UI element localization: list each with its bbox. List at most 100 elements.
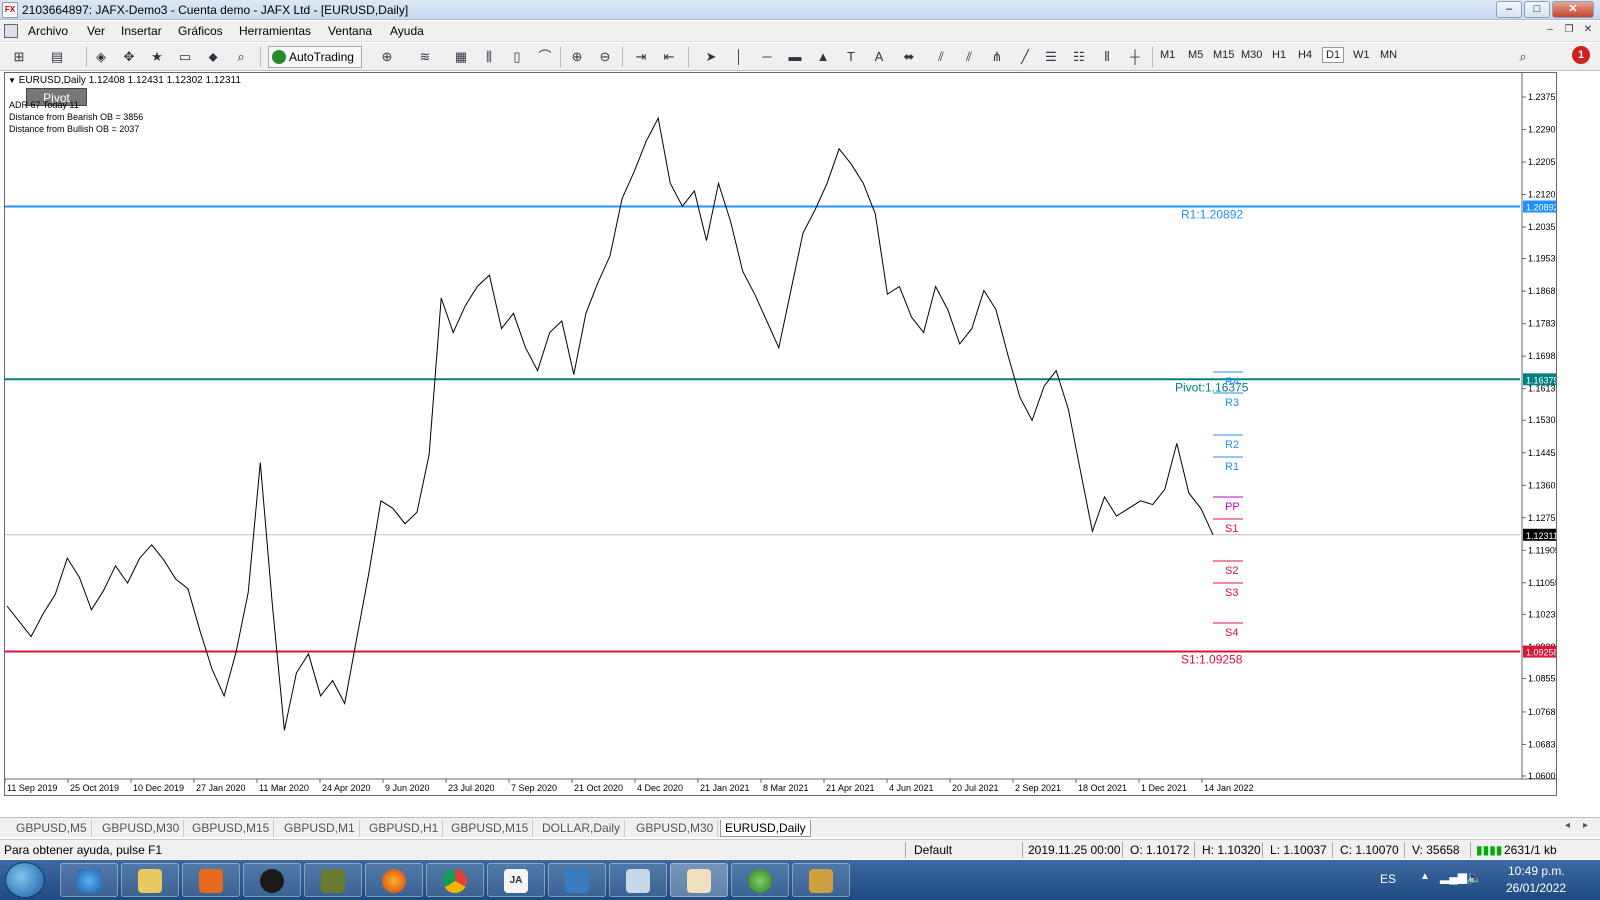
timeframe-d1[interactable]: D1 — [1322, 47, 1345, 63]
timeframe-w1[interactable]: W1 — [1353, 49, 1370, 61]
hp-icon[interactable] — [243, 863, 301, 897]
candlestick-icon[interactable]: ⫼ — [478, 47, 500, 67]
zoom-out-icon[interactable]: ⊖ — [594, 47, 616, 67]
calculator-icon[interactable] — [609, 863, 667, 897]
close-button[interactable]: ✕ — [1552, 1, 1594, 18]
show-hidden-icons-icon[interactable]: ▲ — [1420, 871, 1430, 882]
history-center-icon[interactable]: ⌕ — [230, 47, 252, 67]
pitchfork-icon[interactable]: ⋔ — [986, 47, 1008, 67]
search-icon[interactable]: ⌕ — [1512, 47, 1534, 67]
trendline-icon[interactable]: ╱ — [1014, 47, 1036, 67]
paint-icon[interactable] — [670, 863, 728, 897]
autoscroll-icon[interactable]: ⇥ — [630, 47, 652, 67]
tab-gbpusd-m1[interactable]: GBPUSD,M1 — [280, 820, 360, 837]
menu-insertar[interactable]: Insertar — [121, 24, 162, 38]
ebook-reader-icon[interactable] — [792, 863, 850, 897]
chrome-icon[interactable] — [426, 863, 484, 897]
line-chart-icon[interactable]: ⌒ — [534, 47, 556, 67]
menu-archivo[interactable]: Archivo — [28, 24, 68, 38]
language-indicator[interactable]: ES — [1380, 872, 1396, 886]
chart-shift-icon[interactable]: ⇤ — [658, 47, 680, 67]
crosshair-icon[interactable]: ┼ — [1124, 47, 1146, 67]
menu-ayuda[interactable]: Ayuda — [390, 24, 424, 38]
menu-ventana[interactable]: Ventana — [328, 24, 372, 38]
status-divider — [1262, 842, 1263, 858]
profiles-icon[interactable]: ▤ — [46, 47, 68, 67]
cursor-icon[interactable]: ➤ — [700, 47, 722, 67]
menu-ver[interactable]: Ver — [87, 24, 105, 38]
metatrader-icon[interactable] — [731, 863, 789, 897]
bar-chart-icon[interactable]: ▦ — [450, 47, 472, 67]
tab-scroll-left-icon[interactable]: ◂ — [1565, 820, 1570, 831]
clock-time[interactable]: 10:49 p.m. — [1508, 864, 1565, 878]
zoom-in-icon[interactable]: ⊕ — [566, 47, 588, 67]
app-utility-icon[interactable] — [304, 863, 362, 897]
autotrading-button[interactable]: AutoTrading — [268, 46, 362, 68]
indicators-icon[interactable]: ≋ — [414, 47, 436, 67]
tab-eurusd-daily[interactable]: EURUSD,Daily — [720, 820, 811, 837]
jafx-icon[interactable]: JA — [487, 863, 545, 897]
arrows-icon[interactable]: ⬌ — [898, 47, 920, 67]
network-app-icon[interactable] — [548, 863, 606, 897]
fibo-retracement-icon[interactable]: ☰ — [1040, 47, 1062, 67]
fibo-timezones-icon[interactable]: ⦀ — [1096, 47, 1118, 67]
strategy-tester-icon[interactable]: ⬥ — [202, 47, 224, 67]
timeframe-m30[interactable]: M30 — [1241, 49, 1262, 61]
text-label-icon[interactable]: T — [840, 47, 862, 67]
network-signal-icon[interactable]: ▂▄▆ — [1440, 870, 1467, 884]
volume-icon[interactable]: 🔈 — [1466, 870, 1482, 886]
toolbar-separator — [86, 47, 87, 67]
title-bar: FX 2103664897: JAFX-Demo3 - Cuenta demo … — [0, 0, 1600, 20]
tab-gbpusd-m15[interactable]: GBPUSD,M15 — [188, 820, 275, 837]
clock-date[interactable]: 26/01/2022 — [1506, 881, 1566, 895]
notification-badge[interactable]: 1 — [1572, 46, 1590, 64]
tab-dollar-daily[interactable]: DOLLAR,Daily — [538, 820, 626, 837]
maximize-button[interactable]: □ — [1524, 1, 1550, 18]
tab-gbpusd-m30[interactable]: GBPUSD,M30 — [98, 820, 185, 837]
tab-gbpusd-h1[interactable]: GBPUSD,H1 — [365, 820, 444, 837]
timeframe-h1[interactable]: H1 — [1272, 49, 1286, 61]
fibo-expansion-icon[interactable]: ☷ — [1068, 47, 1090, 67]
media-player-icon[interactable] — [182, 863, 240, 897]
market-watch-icon[interactable]: ◈ — [90, 47, 112, 67]
timeframe-mn[interactable]: MN — [1380, 49, 1397, 61]
candles-icon[interactable]: ▯ — [506, 47, 528, 67]
tab-gbpusd-m15-2[interactable]: GBPUSD,M15 — [447, 820, 534, 837]
timeframe-m5[interactable]: M5 — [1188, 49, 1203, 61]
chart-window-icon[interactable] — [4, 24, 18, 38]
tab-gbpusd-m5[interactable]: GBPUSD,M5 — [12, 820, 92, 837]
collapse-arrow-icon[interactable]: ▼ — [8, 76, 16, 85]
rectangle-icon[interactable]: ▬ — [784, 47, 806, 67]
x-tick-label: 4 Jun 2021 — [889, 783, 934, 793]
menu-graficos[interactable]: Gráficos — [178, 24, 223, 38]
timeframe-h4[interactable]: H4 — [1298, 49, 1312, 61]
app-logo-icon: FX — [2, 2, 18, 18]
chart-close-button[interactable]: ✕ — [1580, 23, 1596, 38]
tab-gbpusd-m30-2[interactable]: GBPUSD,M30 — [632, 820, 719, 837]
fibo-channel-icon[interactable]: ⫽ — [958, 47, 980, 67]
file-explorer-icon[interactable] — [121, 863, 179, 897]
chart-window[interactable]: 1.23755 1.22905 1.22055 1.21205 1.20355 1.195… — [4, 72, 1557, 796]
new-chart-icon[interactable]: ⊞ — [8, 47, 30, 67]
navigator-icon[interactable]: ★ — [146, 47, 168, 67]
minimize-button[interactable]: – — [1496, 1, 1522, 18]
menu-herramientas[interactable]: Herramientas — [239, 24, 311, 38]
tab-scroll-right-icon[interactable]: ▸ — [1583, 820, 1588, 831]
terminal-icon[interactable]: ▭ — [174, 47, 196, 67]
internet-explorer-icon[interactable] — [60, 863, 118, 897]
data-window-icon[interactable]: ✥ — [118, 47, 140, 67]
new-order-icon[interactable]: ⊕ — [376, 47, 398, 67]
start-button[interactable] — [5, 862, 45, 898]
timeframe-m1[interactable]: M1 — [1160, 49, 1175, 61]
chart-minimize-button[interactable]: – — [1542, 23, 1558, 38]
price-chart[interactable]: 1.23755 1.22905 1.22055 1.21205 1.20355 1.195… — [5, 73, 1557, 796]
status-profile[interactable]: Default — [914, 843, 952, 857]
timeframe-m15[interactable]: M15 — [1213, 49, 1234, 61]
vertical-line-icon[interactable]: │ — [728, 47, 750, 67]
channel-icon[interactable]: ⫽ — [930, 47, 952, 67]
horizontal-line-icon[interactable]: ─ — [756, 47, 778, 67]
chart-restore-button[interactable]: ❐ — [1561, 23, 1577, 38]
firefox-icon[interactable] — [365, 863, 423, 897]
triangle-icon[interactable]: ▲ — [812, 47, 834, 67]
text-icon[interactable]: A — [868, 47, 890, 67]
